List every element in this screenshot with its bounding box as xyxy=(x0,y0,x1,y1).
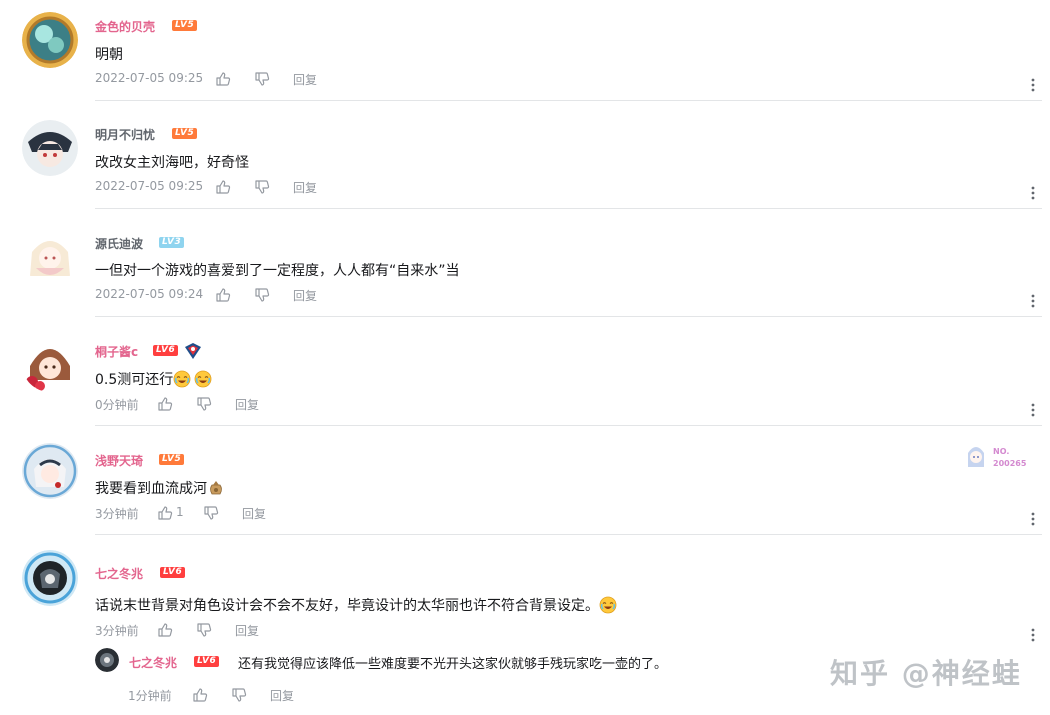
like-icon[interactable] xyxy=(192,687,208,703)
comment-text: 明朝 xyxy=(95,47,123,63)
dislike-icon[interactable] xyxy=(231,687,247,703)
dislike-icon[interactable] xyxy=(254,287,270,303)
like-icon[interactable] xyxy=(215,287,231,303)
level-badge: LV6 xyxy=(160,567,186,578)
avatar[interactable] xyxy=(22,336,78,392)
avatar[interactable] xyxy=(22,120,78,176)
dislike-icon[interactable] xyxy=(196,622,212,638)
more-icon[interactable] xyxy=(1028,627,1038,643)
comment-text-content: 0.5测可还行 xyxy=(95,372,174,388)
divider xyxy=(95,208,1042,209)
level-badge: LV3 xyxy=(159,237,185,248)
more-icon[interactable] xyxy=(1028,511,1038,527)
reply-meta: 1分钟前 回复 xyxy=(128,687,428,703)
reply-button[interactable]: 回复 xyxy=(293,179,317,196)
comment-meta: 2022-07-05 09:25 回复 xyxy=(95,179,395,195)
more-icon[interactable] xyxy=(1028,293,1038,309)
dislike-icon[interactable] xyxy=(196,396,212,412)
divider xyxy=(95,534,1042,535)
username[interactable]: 桐子酱c xyxy=(95,343,138,360)
comment-text-content: 我要看到血流成河 xyxy=(95,481,207,497)
comment-meta: 2022-07-05 09:25 回复 xyxy=(95,71,395,87)
avatar[interactable] xyxy=(22,550,78,606)
more-icon[interactable] xyxy=(1028,77,1038,93)
timestamp: 2022-07-05 09:24 xyxy=(95,287,204,301)
reply-button[interactable]: 回复 xyxy=(235,396,259,413)
timestamp: 2022-07-05 09:25 xyxy=(95,71,204,85)
fan-badge-number: 200265 xyxy=(993,459,1027,468)
username[interactable]: 金色的贝壳 xyxy=(95,18,155,35)
dislike-icon[interactable] xyxy=(254,71,270,87)
like-count: 1 xyxy=(176,505,184,519)
comment-text: 0.5测可还行 xyxy=(95,369,212,389)
laugh-cry-emoji xyxy=(599,596,617,614)
like-icon[interactable] xyxy=(215,71,231,87)
reply-button[interactable]: 回复 xyxy=(270,687,294,704)
more-icon[interactable] xyxy=(1028,402,1038,418)
reply-button[interactable]: 回复 xyxy=(242,505,266,522)
level-badge: LV6 xyxy=(194,656,220,667)
sack-emoji xyxy=(207,479,225,497)
comment-text: 话说末世背景对角色设计会不会不友好，毕竟设计的太华丽也许不符合背景设定。 xyxy=(95,595,617,615)
level-badge: LV5 xyxy=(172,20,198,31)
reply-text: 还有我觉得应该降低一些难度要不光开头这家伙就够手残玩家吃一壶的了。 xyxy=(238,657,668,672)
timestamp: 3分钟前 xyxy=(95,624,139,638)
username[interactable]: 浅野天琦 xyxy=(95,452,143,469)
dislike-icon[interactable] xyxy=(254,179,270,195)
fan-badge-label: NO. xyxy=(993,447,1010,456)
comment-text: 改改女主刘海吧，好奇怪 xyxy=(95,155,249,171)
laugh-cry-emoji xyxy=(194,370,212,388)
username[interactable]: 明月不归忧 xyxy=(95,126,155,143)
comment-text: 一但对一个游戏的喜爱到了一定程度，人人都有“自来水”当 xyxy=(95,263,460,279)
timestamp: 2022-07-05 09:25 xyxy=(95,179,204,193)
comment-meta: 3分钟前 回复 xyxy=(95,622,395,638)
like-icon[interactable] xyxy=(157,505,173,521)
username[interactable]: 七之冬兆 xyxy=(95,565,143,582)
timestamp: 0分钟前 xyxy=(95,398,139,412)
more-icon[interactable] xyxy=(1028,185,1038,201)
watermark: 知乎 @神经蛙 xyxy=(830,657,1022,690)
fan-badge-icon xyxy=(968,447,984,467)
like-icon[interactable] xyxy=(157,622,173,638)
reply-button[interactable]: 回复 xyxy=(293,71,317,88)
divider xyxy=(95,425,1042,426)
avatar[interactable] xyxy=(22,228,78,284)
timestamp: 1分钟前 xyxy=(128,689,172,703)
like-icon[interactable] xyxy=(215,179,231,195)
username[interactable]: 源氏迪波 xyxy=(95,235,143,252)
comment-text: 我要看到血流成河 xyxy=(95,478,225,498)
dislike-icon[interactable] xyxy=(203,505,219,521)
comment-meta: 3分钟前 1 回复 xyxy=(95,505,395,521)
level-badge: LV6 xyxy=(153,345,179,356)
like-icon[interactable] xyxy=(157,396,173,412)
laugh-cry-emoji xyxy=(173,370,191,388)
reply-button[interactable]: 回复 xyxy=(293,287,317,304)
comment-meta: 0分钟前 回复 xyxy=(95,396,395,412)
level-badge: LV5 xyxy=(159,454,185,465)
reply-button[interactable]: 回复 xyxy=(235,622,259,639)
avatar[interactable] xyxy=(22,12,78,68)
avatar[interactable] xyxy=(22,443,78,499)
comment-text-content: 话说末世背景对角色设计会不会不友好，毕竟设计的太华丽也许不符合背景设定。 xyxy=(95,598,599,614)
timestamp: 3分钟前 xyxy=(95,507,139,521)
medal-icon xyxy=(185,343,201,359)
comment-meta: 2022-07-05 09:24 回复 xyxy=(95,287,395,303)
fan-badge: NO. 200265 xyxy=(965,443,1035,473)
username[interactable]: 七之冬兆 xyxy=(129,654,177,671)
avatar[interactable] xyxy=(95,648,119,672)
level-badge: LV5 xyxy=(172,128,198,139)
divider xyxy=(95,316,1042,317)
divider xyxy=(95,100,1042,101)
